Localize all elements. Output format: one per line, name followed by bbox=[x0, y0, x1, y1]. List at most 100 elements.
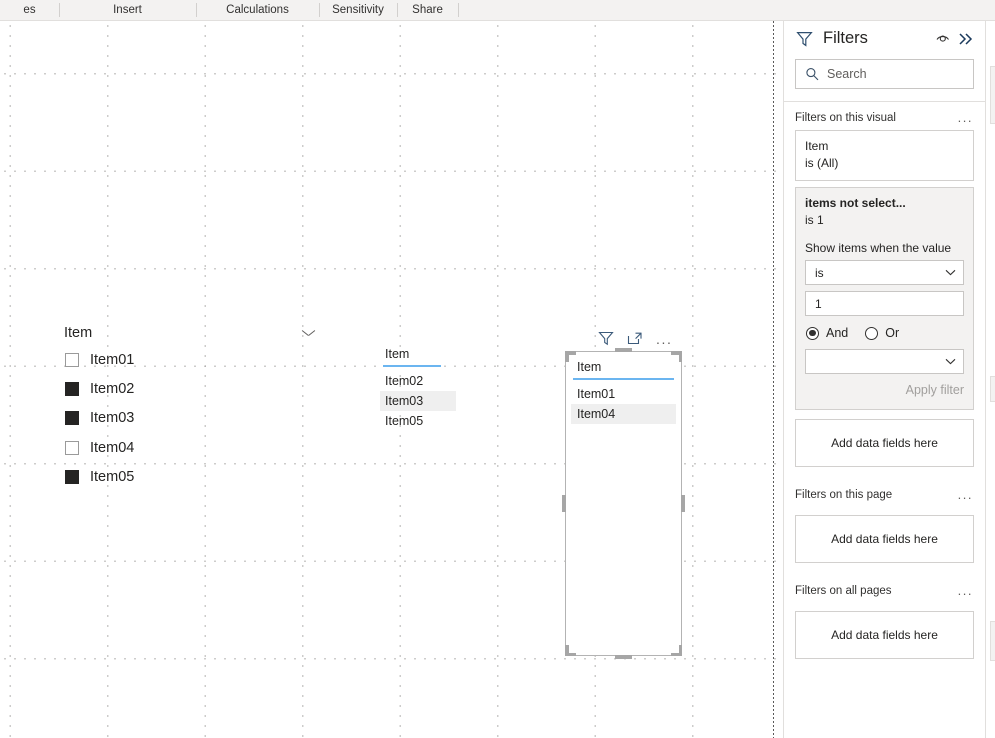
filters-pane: Filters Search Filters on this visual ..… bbox=[783, 21, 985, 738]
slicer-item-label: Item05 bbox=[90, 468, 135, 485]
search-placeholder: Search bbox=[827, 67, 867, 81]
table-visual-b-selected[interactable]: Item Item01 Item04 bbox=[562, 348, 685, 659]
filter-field-name: items not select... bbox=[805, 196, 906, 210]
resize-handle-right[interactable] bbox=[681, 495, 685, 512]
filter-condition: is (All) bbox=[805, 156, 839, 170]
ribbon-tab-label: Calculations bbox=[226, 4, 289, 16]
table-column-header: Item bbox=[385, 347, 410, 361]
viz-pane-item[interactable] bbox=[990, 66, 995, 124]
ribbon-tab-label: Insert bbox=[113, 4, 142, 16]
drop-zone-page-filters[interactable]: Add data fields here bbox=[795, 515, 974, 563]
filter-icon[interactable] bbox=[598, 331, 614, 346]
ribbon-tab-calculations[interactable]: Calculations bbox=[196, 0, 319, 20]
filter-value-input[interactable]: 1 bbox=[805, 291, 964, 316]
section-more-options-icon[interactable]: ... bbox=[958, 488, 973, 501]
filter-second-operator-select[interactable] bbox=[805, 349, 964, 374]
table-visual-b[interactable]: Item Item01 Item04 bbox=[571, 360, 676, 424]
ribbon-tab-bar: es Insert Calculations Sensitivity Share bbox=[0, 0, 995, 21]
slicer-visual-item[interactable]: Item Item01 Item02 Item03 Item04 Item05 bbox=[57, 321, 325, 517]
viz-pane-item[interactable] bbox=[990, 376, 995, 402]
filters-pane-title: Filters bbox=[823, 29, 868, 47]
slicer-item-label: Item04 bbox=[90, 439, 135, 456]
more-options-icon[interactable]: ... bbox=[656, 332, 672, 346]
section-title: Filters on this page bbox=[795, 489, 893, 501]
ribbon-empty-area bbox=[458, 0, 995, 20]
drop-zone-label: Add data fields here bbox=[831, 628, 938, 642]
table-row[interactable]: Item05 bbox=[380, 411, 456, 431]
radio-or[interactable] bbox=[865, 326, 879, 340]
double-chevron-right-icon[interactable] bbox=[957, 32, 975, 46]
drop-zone-visual-filters[interactable]: Add data fields here bbox=[795, 419, 974, 467]
table-column-header: Item bbox=[577, 360, 602, 374]
section-header-visual-filters: Filters on this visual ... bbox=[784, 102, 985, 130]
search-icon bbox=[806, 68, 819, 81]
page-boundary-line bbox=[773, 21, 774, 738]
filter-value: 1 bbox=[815, 296, 822, 311]
table-visual-a[interactable]: Item Item02 Item03 Item05 bbox=[380, 347, 456, 442]
radio-and[interactable] bbox=[806, 326, 819, 340]
checkbox-unchecked-icon[interactable] bbox=[65, 352, 79, 367]
ribbon-tab-label: es bbox=[23, 4, 36, 16]
chevron-down-icon[interactable] bbox=[302, 329, 315, 337]
resize-handle-top[interactable] bbox=[615, 348, 632, 352]
table-row[interactable]: Item02 bbox=[380, 371, 456, 391]
filter-icon bbox=[796, 31, 813, 47]
section-more-options-icon[interactable]: ... bbox=[958, 111, 973, 124]
slicer-item-2[interactable]: Item03 bbox=[57, 404, 325, 433]
slicer-item-1[interactable]: Item02 bbox=[57, 374, 325, 403]
checkbox-checked-icon[interactable] bbox=[65, 411, 79, 426]
table-row[interactable]: Item01 bbox=[571, 384, 676, 404]
focus-mode-icon[interactable] bbox=[627, 331, 643, 346]
power-bi-report-window: es Insert Calculations Sensitivity Share… bbox=[0, 0, 995, 738]
checkbox-checked-icon[interactable] bbox=[65, 469, 79, 484]
apply-filter-button[interactable]: Apply filter bbox=[906, 383, 964, 397]
filter-conjunction-group: And Or bbox=[806, 326, 964, 340]
checkbox-unchecked-icon[interactable] bbox=[65, 440, 79, 455]
report-canvas[interactable]: Item Item01 Item02 Item03 Item04 Item05 … bbox=[0, 21, 783, 738]
section-header-all-pages-filters: Filters on all pages ... bbox=[784, 563, 985, 603]
radio-and-label: And bbox=[826, 326, 849, 340]
filter-show-items-label: Show items when the value bbox=[805, 241, 952, 255]
ribbon-tab-share[interactable]: Share bbox=[397, 0, 458, 20]
drop-zone-label: Add data fields here bbox=[831, 436, 938, 450]
resize-handle-left[interactable] bbox=[562, 495, 566, 512]
resize-handle-bottom[interactable] bbox=[615, 655, 632, 659]
filter-condition: is 1 bbox=[805, 213, 824, 227]
filter-card-item[interactable]: Item is (All) bbox=[795, 130, 974, 181]
slicer-item-label: Item02 bbox=[90, 380, 135, 397]
slicer-item-0[interactable]: Item01 bbox=[57, 345, 325, 374]
ribbon-tab-label: Sensitivity bbox=[332, 4, 384, 16]
checkbox-checked-icon[interactable] bbox=[65, 381, 79, 396]
drop-zone-all-pages-filters[interactable]: Add data fields here bbox=[795, 611, 974, 659]
slicer-item-label: Item01 bbox=[90, 351, 135, 368]
visual-header-icons: ... bbox=[598, 331, 672, 346]
slicer-title: Item bbox=[64, 325, 93, 341]
drop-zone-label: Add data fields here bbox=[831, 532, 938, 546]
section-title: Filters on this visual bbox=[795, 112, 896, 124]
viz-pane-item[interactable] bbox=[990, 621, 995, 661]
chevron-down-icon bbox=[945, 358, 956, 365]
ribbon-tab-0[interactable]: es bbox=[0, 0, 59, 20]
search-input[interactable]: Search bbox=[795, 59, 974, 89]
section-title: Filters on all pages bbox=[795, 585, 892, 597]
slicer-item-4[interactable]: Item05 bbox=[57, 462, 325, 491]
slicer-item-3[interactable]: Item04 bbox=[57, 433, 325, 462]
ribbon-tab-insert[interactable]: Insert bbox=[59, 0, 196, 20]
table-row[interactable]: Item04 bbox=[571, 404, 676, 424]
radio-or-label: Or bbox=[885, 326, 900, 340]
ribbon-tab-label: Share bbox=[412, 4, 443, 16]
filter-field-name: Item bbox=[805, 139, 829, 153]
section-more-options-icon[interactable]: ... bbox=[958, 584, 973, 597]
filters-pane-header: Filters bbox=[784, 21, 985, 54]
filter-card-items-not-selected[interactable]: items not select... is 1 Show items when… bbox=[795, 187, 974, 410]
visualizations-pane[interactable] bbox=[985, 21, 995, 738]
table-header-rule bbox=[383, 365, 441, 367]
ribbon-tab-sensitivity[interactable]: Sensitivity bbox=[319, 0, 397, 20]
slicer-header: Item bbox=[57, 321, 325, 345]
table-row[interactable]: Item03 bbox=[380, 391, 456, 411]
filter-operator-value: is bbox=[815, 265, 824, 280]
apply-filter-row: Apply filter bbox=[805, 381, 964, 399]
filter-operator-select[interactable]: is bbox=[805, 260, 964, 285]
eye-icon[interactable] bbox=[935, 32, 951, 46]
section-header-page-filters: Filters on this page ... bbox=[784, 467, 985, 507]
